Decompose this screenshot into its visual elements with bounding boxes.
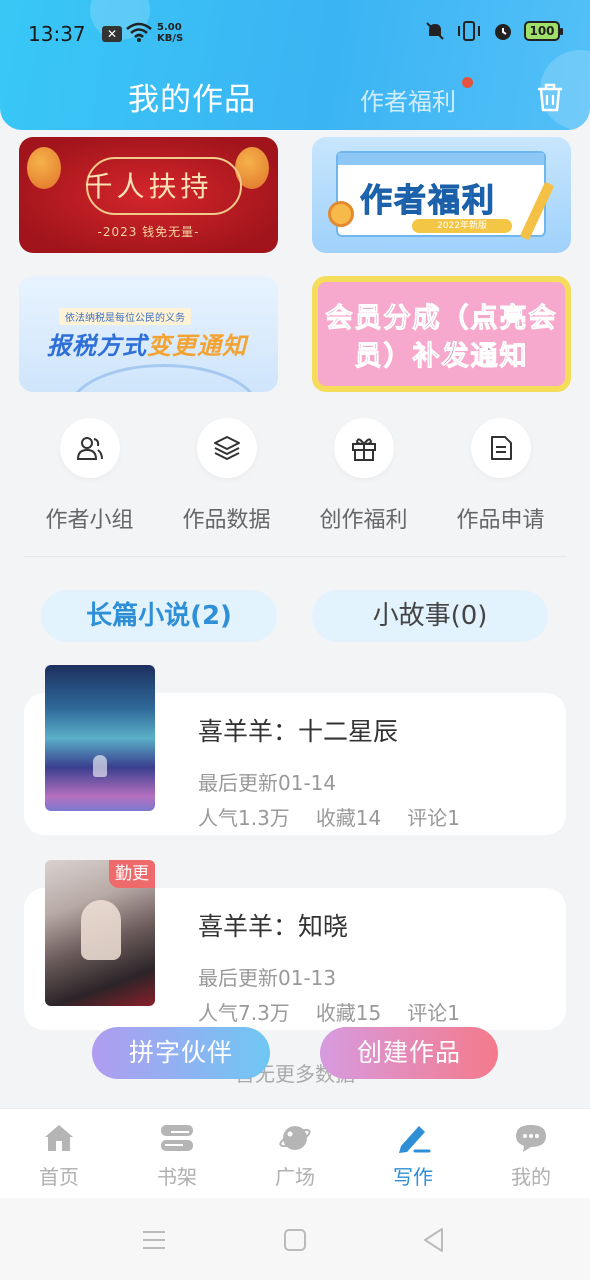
quick-action-label: 创作福利: [319, 508, 408, 533]
banner-small-text: 依法纳税是每位公民的义务: [59, 308, 191, 325]
no-more-data-text: 暂无更多数据: [235, 1062, 355, 1086]
banner-author-welfare[interactable]: 作者福利 2022年新版: [312, 137, 571, 253]
vibrate-icon: [458, 21, 480, 41]
wifi-icon: [126, 22, 152, 42]
nav-home[interactable]: 首页: [9, 1121, 109, 1190]
novel-favorites: 收藏14: [315, 806, 382, 830]
quick-action-label: 作品数据: [182, 508, 271, 533]
update-badge: 勤更: [109, 860, 155, 888]
nav-bookshelf[interactable]: 书架: [127, 1121, 227, 1190]
quick-action-creation-welfare[interactable]: 创作福利: [295, 418, 432, 534]
tab-long-novel[interactable]: 长篇小说(2): [41, 590, 277, 642]
banner-thousand-support[interactable]: 千人扶持 -2023 钱免无量-: [19, 137, 278, 253]
group-icon: [76, 437, 103, 460]
quick-action-author-group[interactable]: 作者小组: [21, 418, 158, 534]
partner-button[interactable]: 拼字伙伴: [92, 1027, 270, 1079]
mute-bell-icon: [426, 22, 444, 40]
system-nav-bar: [0, 1198, 590, 1280]
quick-action-label: 作品申请: [456, 508, 545, 533]
create-work-button[interactable]: 创建作品: [320, 1027, 498, 1079]
banner-title: 作者福利: [359, 181, 497, 220]
quick-action-work-data[interactable]: 作品数据: [158, 418, 295, 534]
bookshelf-icon: [161, 1125, 193, 1151]
nav-square[interactable]: 广场: [245, 1121, 345, 1190]
tab-short-story[interactable]: 小故事(0): [312, 590, 548, 642]
quick-action-work-apply[interactable]: 作品申请: [432, 418, 569, 534]
novel-cover[interactable]: 勤更: [45, 860, 155, 1006]
novel-title: 喜羊羊：知晓: [198, 912, 349, 941]
novel-updated: 最后更新01-13: [198, 966, 337, 990]
banner-member-share[interactable]: 会员分成（点亮会员）补发通知: [312, 276, 571, 392]
planet-icon: [279, 1126, 311, 1150]
network-speed: 5.00 KB/S: [157, 22, 184, 44]
back-icon[interactable]: [420, 1226, 448, 1254]
clock-icon: [328, 201, 354, 227]
banner-title: 会员分成（点亮会员）补发通知: [325, 303, 558, 373]
tab-author-welfare[interactable]: 作者福利: [360, 82, 456, 117]
alarm-icon: [495, 24, 511, 40]
banner-subtitle: -2023 钱免无量-: [97, 225, 200, 239]
banner-title: 报税方式变更通知: [47, 332, 247, 360]
layers-icon: [213, 436, 240, 460]
notification-dot: [462, 77, 473, 88]
header: 13:37 ✕ 5.00 KB/S 100 我的作品 作者福利: [0, 0, 590, 130]
novel-popularity: 人气1.3万: [198, 806, 290, 830]
document-icon: [490, 436, 512, 460]
nav-label: 我的: [511, 1165, 551, 1189]
page-title: 我的作品: [128, 82, 256, 118]
novel-favorites: 收藏15: [315, 1001, 382, 1025]
novel-title: 喜羊羊：十二星辰: [198, 717, 399, 746]
nav-label: 写作: [393, 1165, 433, 1189]
home-square-icon[interactable]: [282, 1227, 308, 1253]
novel-comments: 评论1: [407, 1001, 460, 1025]
quick-action-label: 作者小组: [45, 508, 134, 533]
nav-mine[interactable]: 我的: [481, 1121, 581, 1190]
pen-icon: [399, 1126, 431, 1153]
novel-cover[interactable]: [45, 665, 155, 811]
bottom-nav: 首页 书架 广场 写作 我的: [0, 1108, 590, 1198]
gift-icon: [351, 438, 376, 461]
menu-icon[interactable]: [140, 1228, 168, 1252]
novel-stats: 人气1.3万 收藏14 评论1: [198, 802, 460, 831]
home-icon: [45, 1125, 73, 1151]
trash-icon[interactable]: [533, 80, 567, 114]
nav-label: 首页: [39, 1165, 79, 1189]
notification-icon: ✕: [102, 26, 122, 42]
banner-window: 作者福利 2022年新版: [336, 151, 546, 237]
status-time: 13:37: [28, 22, 86, 46]
novel-popularity: 人气7.3万: [198, 1001, 290, 1025]
novel-stats: 人气7.3万 收藏15 评论1: [198, 997, 460, 1026]
novel-comments: 评论1: [407, 806, 460, 830]
banner-tag: 2022年新版: [412, 219, 512, 233]
banner-title: 千人扶持: [84, 170, 213, 203]
chat-bubble-icon: [516, 1125, 546, 1152]
nav-label: 广场: [275, 1165, 315, 1189]
divider: [24, 556, 566, 557]
nav-label: 书架: [157, 1165, 197, 1189]
banner-tax-change[interactable]: 依法纳税是每位公民的义务 报税方式变更通知: [19, 276, 278, 392]
status-icons: 100: [424, 20, 563, 42]
novel-updated: 最后更新01-14: [198, 771, 337, 795]
battery-indicator: 100: [524, 21, 563, 41]
nav-write[interactable]: 写作: [363, 1121, 463, 1190]
